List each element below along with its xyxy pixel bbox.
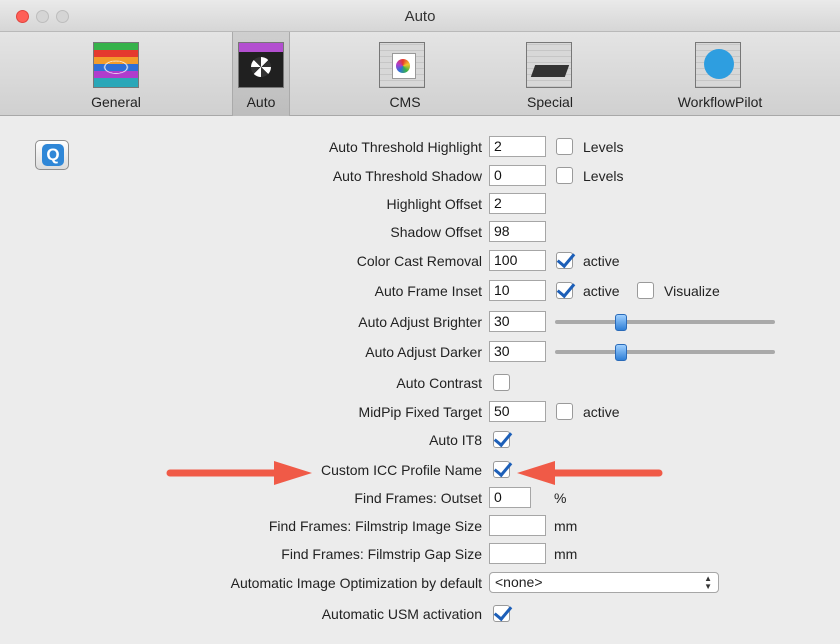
preferences-toolbar: General Auto CMS Special WorkflowPilot <box>0 32 840 116</box>
tab-auto-label: Auto <box>246 94 276 110</box>
find-frames-gap-size-field[interactable] <box>489 543 546 564</box>
tab-auto[interactable]: Auto <box>232 32 290 116</box>
auto-frame-inset-label: Auto Frame Inset <box>374 283 482 299</box>
levels-highlight-checkbox[interactable] <box>556 138 573 155</box>
automatic-image-optimization-select[interactable]: <none> ▲ ▼ <box>489 572 719 593</box>
automatic-image-optimization-value: <none> <box>495 574 543 590</box>
tab-cms-label: CMS <box>389 94 421 110</box>
find-frames-outset-unit: % <box>554 490 567 506</box>
color-cast-removal-label: Color Cast Removal <box>356 253 482 269</box>
row-auto-frame-inset: Auto Frame Inset 10 active Visualize <box>0 280 840 304</box>
auto-threshold-highlight-label: Auto Threshold Highlight <box>328 139 482 155</box>
row-automatic-image-optimization: Automatic Image Optimization by default … <box>0 572 840 596</box>
levels-shadow-label: Levels <box>583 168 624 184</box>
special-icon <box>526 42 572 88</box>
frame-inset-active-checkbox[interactable] <box>556 282 573 299</box>
row-automatic-usm-activation: Automatic USM activation <box>0 603 840 627</box>
auto-it8-label: Auto IT8 <box>429 432 482 448</box>
row-highlight-offset: Highlight Offset 2 <box>0 193 840 217</box>
row-find-frames-outset: Find Frames: Outset 0 % <box>0 487 840 511</box>
highlight-offset-field[interactable]: 2 <box>489 193 546 214</box>
custom-icc-profile-name-label: Custom ICC Profile Name <box>320 462 482 478</box>
automatic-usm-activation-label: Automatic USM activation <box>321 606 482 622</box>
auto-frame-inset-field[interactable]: 10 <box>489 280 546 301</box>
tab-general-label: General <box>91 94 141 110</box>
brighter-slider-knob[interactable] <box>615 314 627 331</box>
annotation-arrow-right-icon <box>166 461 312 485</box>
row-auto-adjust-brighter: Auto Adjust Brighter 30 <box>0 311 840 335</box>
tab-workflowpilot-label: WorkflowPilot <box>677 94 763 110</box>
row-find-frames-image-size: Find Frames: Filmstrip Image Size mm <box>0 515 840 539</box>
find-frames-image-size-field[interactable] <box>489 515 546 536</box>
row-find-frames-gap-size: Find Frames: Filmstrip Gap Size mm <box>0 543 840 567</box>
general-icon <box>93 42 139 88</box>
tab-workflowpilot[interactable]: WorkflowPilot <box>660 32 780 116</box>
row-color-cast-removal: Color Cast Removal 100 active <box>0 250 840 274</box>
workflowpilot-icon <box>695 42 741 88</box>
row-shadow-offset: Shadow Offset 98 <box>0 221 840 245</box>
auto-contrast-checkbox[interactable] <box>493 374 510 391</box>
visualize-checkbox[interactable] <box>637 282 654 299</box>
color-cast-removal-field[interactable]: 100 <box>489 250 546 271</box>
row-auto-contrast: Auto Contrast <box>0 372 840 396</box>
annotation-arrow-left-icon <box>517 461 663 485</box>
row-auto-adjust-darker: Auto Adjust Darker 30 <box>0 341 840 365</box>
custom-icc-profile-name-checkbox[interactable] <box>493 461 510 478</box>
shadow-offset-label: Shadow Offset <box>390 224 482 240</box>
tab-special-label: Special <box>527 94 573 110</box>
find-frames-image-size-label: Find Frames: Filmstrip Image Size <box>268 518 482 534</box>
tab-general[interactable]: General <box>56 32 176 116</box>
auto-contrast-label: Auto Contrast <box>396 375 482 391</box>
levels-shadow-checkbox[interactable] <box>556 167 573 184</box>
auto-adjust-darker-field[interactable]: 30 <box>489 341 546 362</box>
midpip-active-checkbox[interactable] <box>556 403 573 420</box>
frame-inset-active-label: active <box>583 283 620 299</box>
tab-cms[interactable]: CMS <box>345 32 465 116</box>
highlight-offset-label: Highlight Offset <box>386 196 482 212</box>
auto-adjust-darker-label: Auto Adjust Darker <box>365 344 482 360</box>
color-cast-active-label: active <box>583 253 620 269</box>
auto-threshold-highlight-field[interactable]: 2 <box>489 136 546 157</box>
find-frames-gap-size-unit: mm <box>554 546 578 562</box>
find-frames-outset-label: Find Frames: Outset <box>354 490 482 506</box>
midpip-active-label: active <box>583 404 620 420</box>
auto-threshold-shadow-field[interactable]: 0 <box>489 165 546 186</box>
row-auto-threshold-shadow: Auto Threshold Shadow 0 Levels <box>0 165 840 189</box>
midpip-fixed-target-label: MidPip Fixed Target <box>358 404 482 420</box>
darker-slider-knob[interactable] <box>615 344 627 361</box>
auto-icon <box>238 42 284 88</box>
brighter-slider-track[interactable] <box>555 314 775 331</box>
tab-special[interactable]: Special <box>490 32 610 116</box>
title-bar: Auto <box>0 0 840 32</box>
automatic-usm-activation-checkbox[interactable] <box>493 605 510 622</box>
midpip-fixed-target-field[interactable]: 50 <box>489 401 546 422</box>
automatic-image-optimization-label: Automatic Image Optimization by default <box>230 575 482 591</box>
color-cast-active-checkbox[interactable] <box>556 252 573 269</box>
updown-chevron-icon: ▲ ▼ <box>704 574 712 591</box>
visualize-label: Visualize <box>664 283 720 299</box>
row-custom-icc-profile-name: Custom ICC Profile Name <box>0 459 840 483</box>
darker-slider-track[interactable] <box>555 344 775 361</box>
row-auto-it8: Auto IT8 <box>0 429 840 453</box>
cms-icon <box>379 42 425 88</box>
find-frames-gap-size-label: Find Frames: Filmstrip Gap Size <box>281 546 482 562</box>
auto-threshold-shadow-label: Auto Threshold Shadow <box>332 168 482 184</box>
auto-it8-checkbox[interactable] <box>493 431 510 448</box>
row-midpip-fixed-target: MidPip Fixed Target 50 active <box>0 401 840 425</box>
auto-adjust-brighter-label: Auto Adjust Brighter <box>358 314 482 330</box>
row-auto-threshold-highlight: Auto Threshold Highlight 2 Levels <box>0 136 840 160</box>
shadow-offset-field[interactable]: 98 <box>489 221 546 242</box>
find-frames-outset-field[interactable]: 0 <box>489 487 531 508</box>
window-title: Auto <box>404 8 436 25</box>
levels-highlight-label: Levels <box>583 139 624 155</box>
find-frames-image-size-unit: mm <box>554 518 578 534</box>
auto-adjust-brighter-field[interactable]: 30 <box>489 311 546 332</box>
